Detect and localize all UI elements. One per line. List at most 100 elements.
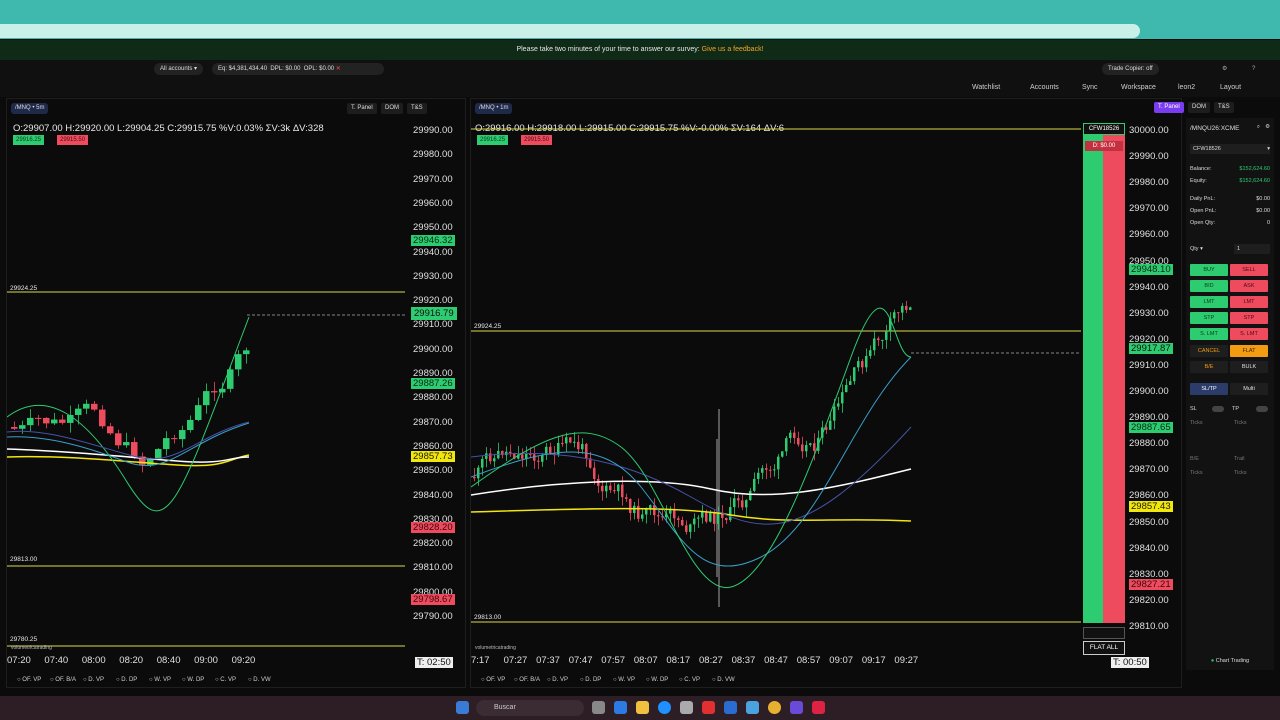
left-overlay-option[interactable]: ○ C. VP: [215, 677, 236, 683]
store-icon[interactable]: [680, 701, 693, 714]
left-candlestick-chart[interactable]: [7, 117, 407, 677]
sell-button[interactable]: SELL: [1230, 264, 1268, 276]
left-price-tick: 29880.00: [413, 392, 453, 404]
buy-limit-button[interactable]: LMT: [1190, 296, 1228, 308]
buy-button[interactable]: BUY: [1190, 264, 1228, 276]
app-icon-pink[interactable]: [812, 701, 825, 714]
right-price-axis[interactable]: 30000.00 29990.00 29980.00 29970.00 29960.00…: [1127, 125, 1181, 635]
tab-t-panel[interactable]: T. Panel: [347, 103, 377, 114]
account-tag[interactable]: CFW18526: [1083, 123, 1125, 135]
right-time-tick: 09:07: [829, 655, 854, 666]
sl-toggle[interactable]: [1212, 406, 1224, 412]
left-price-tick: 29870.00: [413, 416, 453, 428]
left-overlay-option[interactable]: ○ W. DP: [182, 677, 204, 683]
user-button[interactable]: leon2: [1178, 83, 1195, 93]
symbol-chip[interactable]: /MNQ • 5m: [11, 103, 49, 114]
workspace-button[interactable]: Workspace: [1121, 83, 1156, 93]
copilot-icon[interactable]: [614, 701, 627, 714]
survey-link[interactable]: Give us a feedback!: [702, 46, 764, 53]
buy-stop-limit-button[interactable]: S. LMT: [1190, 328, 1228, 340]
left-price-axis[interactable]: 29990.00 29980.00 29970.00 29960.00 29950.00…: [411, 125, 465, 625]
flat-all-button[interactable]: FLAT ALL: [1083, 641, 1125, 655]
buy-stop-button[interactable]: STP: [1190, 312, 1228, 324]
chart-trading-status[interactable]: ● Chart Trading: [1190, 656, 1270, 666]
right-overlay-option[interactable]: ○ D. VP: [547, 677, 568, 683]
close-icon[interactable]: ✕: [336, 66, 341, 72]
left-candle: [35, 417, 42, 419]
right-time-tick: 08:47: [764, 655, 788, 666]
watchlist-button[interactable]: Watchlist: [972, 83, 1000, 93]
app-icon-blue[interactable]: [724, 701, 737, 714]
help-icon[interactable]: ?: [1252, 64, 1255, 74]
account-select[interactable]: CFW18526 ▾: [1190, 144, 1270, 154]
accounts-select[interactable]: All accounts ▾: [154, 63, 204, 75]
right-overlay-option[interactable]: ○ OF. B/A: [514, 677, 540, 683]
search-icon[interactable]: ⌕: [1257, 124, 1260, 131]
gear-icon[interactable]: ⚙: [1222, 64, 1227, 74]
open-pnl-row: Open PnL: $0.00: [1190, 208, 1270, 214]
left-price-tick: 29990.00: [413, 125, 453, 136]
flat-button[interactable]: FLAT: [1230, 345, 1268, 357]
multi-tab[interactable]: Multi: [1230, 383, 1268, 395]
left-overlay-option[interactable]: ○ W. VP: [149, 677, 171, 683]
browser-address-bar[interactable]: [0, 22, 1280, 39]
bulk-button[interactable]: BULK: [1230, 361, 1268, 373]
layout-button[interactable]: Layout: [1220, 83, 1241, 93]
folder-icon[interactable]: [636, 701, 649, 714]
tab-time-sales[interactable]: T&S: [1214, 102, 1234, 113]
sltp-tab[interactable]: SL/TP: [1190, 383, 1228, 395]
right-candle: [605, 485, 608, 492]
gear-icon[interactable]: ⚙: [1265, 124, 1270, 130]
taskbar-search[interactable]: Buscar: [476, 700, 584, 716]
teams-icon[interactable]: [790, 701, 803, 714]
right-overlay-option[interactable]: ○ D. DP: [580, 677, 601, 683]
right-time-tick: 07:27: [503, 655, 528, 666]
right-overlay-option[interactable]: ○ W. VP: [613, 677, 635, 683]
left-time-tick: 08:00: [81, 655, 106, 666]
ask-button[interactable]: ASK: [1230, 280, 1268, 292]
app-icon-red[interactable]: [702, 701, 715, 714]
tab-dom[interactable]: DOM: [381, 103, 403, 114]
sell-limit-button[interactable]: LMT: [1230, 296, 1268, 308]
left-overlay-option[interactable]: ○ D. DP: [116, 677, 137, 683]
right-candle: [645, 508, 648, 515]
sell-stop-limit-button[interactable]: S. LMT: [1230, 328, 1268, 340]
left-overlay-option[interactable]: ○ OF. VP: [17, 677, 41, 683]
accounts-button[interactable]: Accounts: [1030, 83, 1059, 93]
left-overlay-option[interactable]: ○ D. VP: [83, 677, 104, 683]
tab-t-panel[interactable]: T. Panel: [1154, 102, 1184, 113]
breakeven-button[interactable]: B/E: [1190, 361, 1228, 373]
tab-dom[interactable]: DOM: [1188, 102, 1210, 113]
bid-button[interactable]: BID: [1190, 280, 1228, 292]
tp-toggle[interactable]: [1256, 406, 1268, 412]
right-price-tick: 29850.00: [1129, 516, 1169, 528]
price-tag-lower: 29827.21: [1129, 579, 1173, 590]
right-time-tick: 08:17: [666, 655, 691, 666]
price-tag-upper: 29948.10: [1129, 264, 1173, 275]
trade-copier-toggle[interactable]: Trade Copier: off: [1102, 63, 1159, 75]
right-candlestick-chart[interactable]: [471, 117, 1083, 677]
right-overlay-option[interactable]: ○ OF. VP: [481, 677, 505, 683]
left-overlay-option[interactable]: ○ OF. B/A: [50, 677, 76, 683]
right-overlay-option[interactable]: ○ W. DP: [646, 677, 668, 683]
sync-button[interactable]: Sync: [1082, 83, 1098, 93]
tab-time-sales[interactable]: T&S: [407, 103, 427, 114]
start-icon[interactable]: [456, 701, 469, 714]
chrome-icon[interactable]: [768, 701, 781, 714]
qty-input[interactable]: 1: [1234, 244, 1270, 254]
symbol-chip[interactable]: /MNQ • 1m: [475, 103, 513, 114]
edge-icon[interactable]: [658, 701, 671, 714]
task-view-icon[interactable]: [592, 701, 605, 714]
app-icon-cyan[interactable]: [746, 701, 759, 714]
right-candle: [761, 468, 764, 473]
right-candle: [657, 515, 660, 517]
right-time-tick: 08:57: [796, 655, 821, 666]
left-overlay-option[interactable]: ○ D. VW: [248, 677, 271, 683]
right-candle: [809, 443, 812, 445]
right-overlay-option[interactable]: ○ D. VW: [712, 677, 735, 683]
right-overlay-option[interactable]: ○ C. VP: [679, 677, 700, 683]
cancel-button[interactable]: CANCEL: [1190, 345, 1228, 357]
right-candle: [905, 305, 908, 310]
left-candle: [107, 426, 114, 434]
sell-stop-button[interactable]: STP: [1230, 312, 1268, 324]
